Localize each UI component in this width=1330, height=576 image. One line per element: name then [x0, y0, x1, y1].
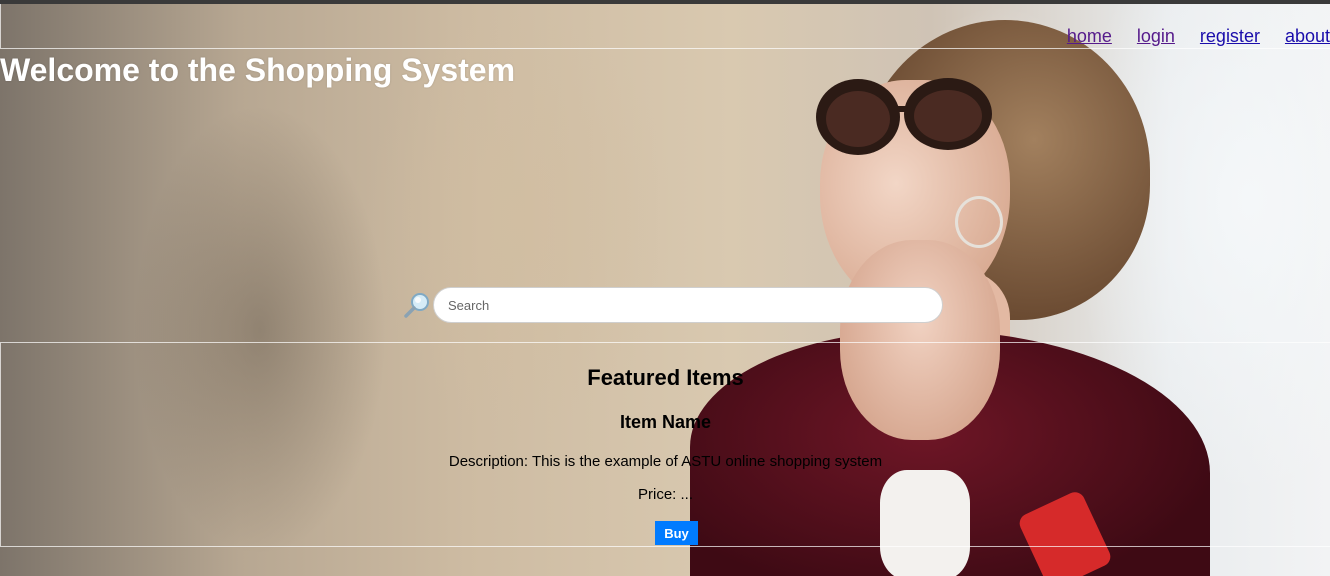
featured-items-section: Featured Items Item Name Description: Th…	[0, 342, 1330, 547]
item-name: Item Name	[619, 412, 712, 432]
buy-button[interactable]: Buy	[655, 521, 698, 545]
magnifier-icon[interactable]	[403, 291, 431, 319]
page: home login register about Welcome to the…	[0, 0, 1330, 576]
featured-heading: Featured Items	[587, 365, 744, 390]
search-input[interactable]	[433, 287, 943, 323]
main-nav: home login register about	[1067, 26, 1330, 47]
item-price: Price: ...	[637, 486, 693, 503]
page-title: Welcome to the Shopping System	[0, 52, 516, 88]
nav-register-link[interactable]: register	[1200, 26, 1260, 47]
nav-login-link[interactable]: login	[1137, 26, 1175, 47]
header: home login register about	[0, 4, 1330, 49]
nav-about-link[interactable]: about	[1285, 26, 1330, 47]
nav-home-link[interactable]: home	[1067, 26, 1112, 47]
search-bar	[403, 287, 943, 323]
item-description: Description: This is the example of ASTU…	[448, 453, 883, 470]
background-photo-earring	[955, 196, 1003, 248]
background-photo-sunglasses	[816, 78, 992, 155]
